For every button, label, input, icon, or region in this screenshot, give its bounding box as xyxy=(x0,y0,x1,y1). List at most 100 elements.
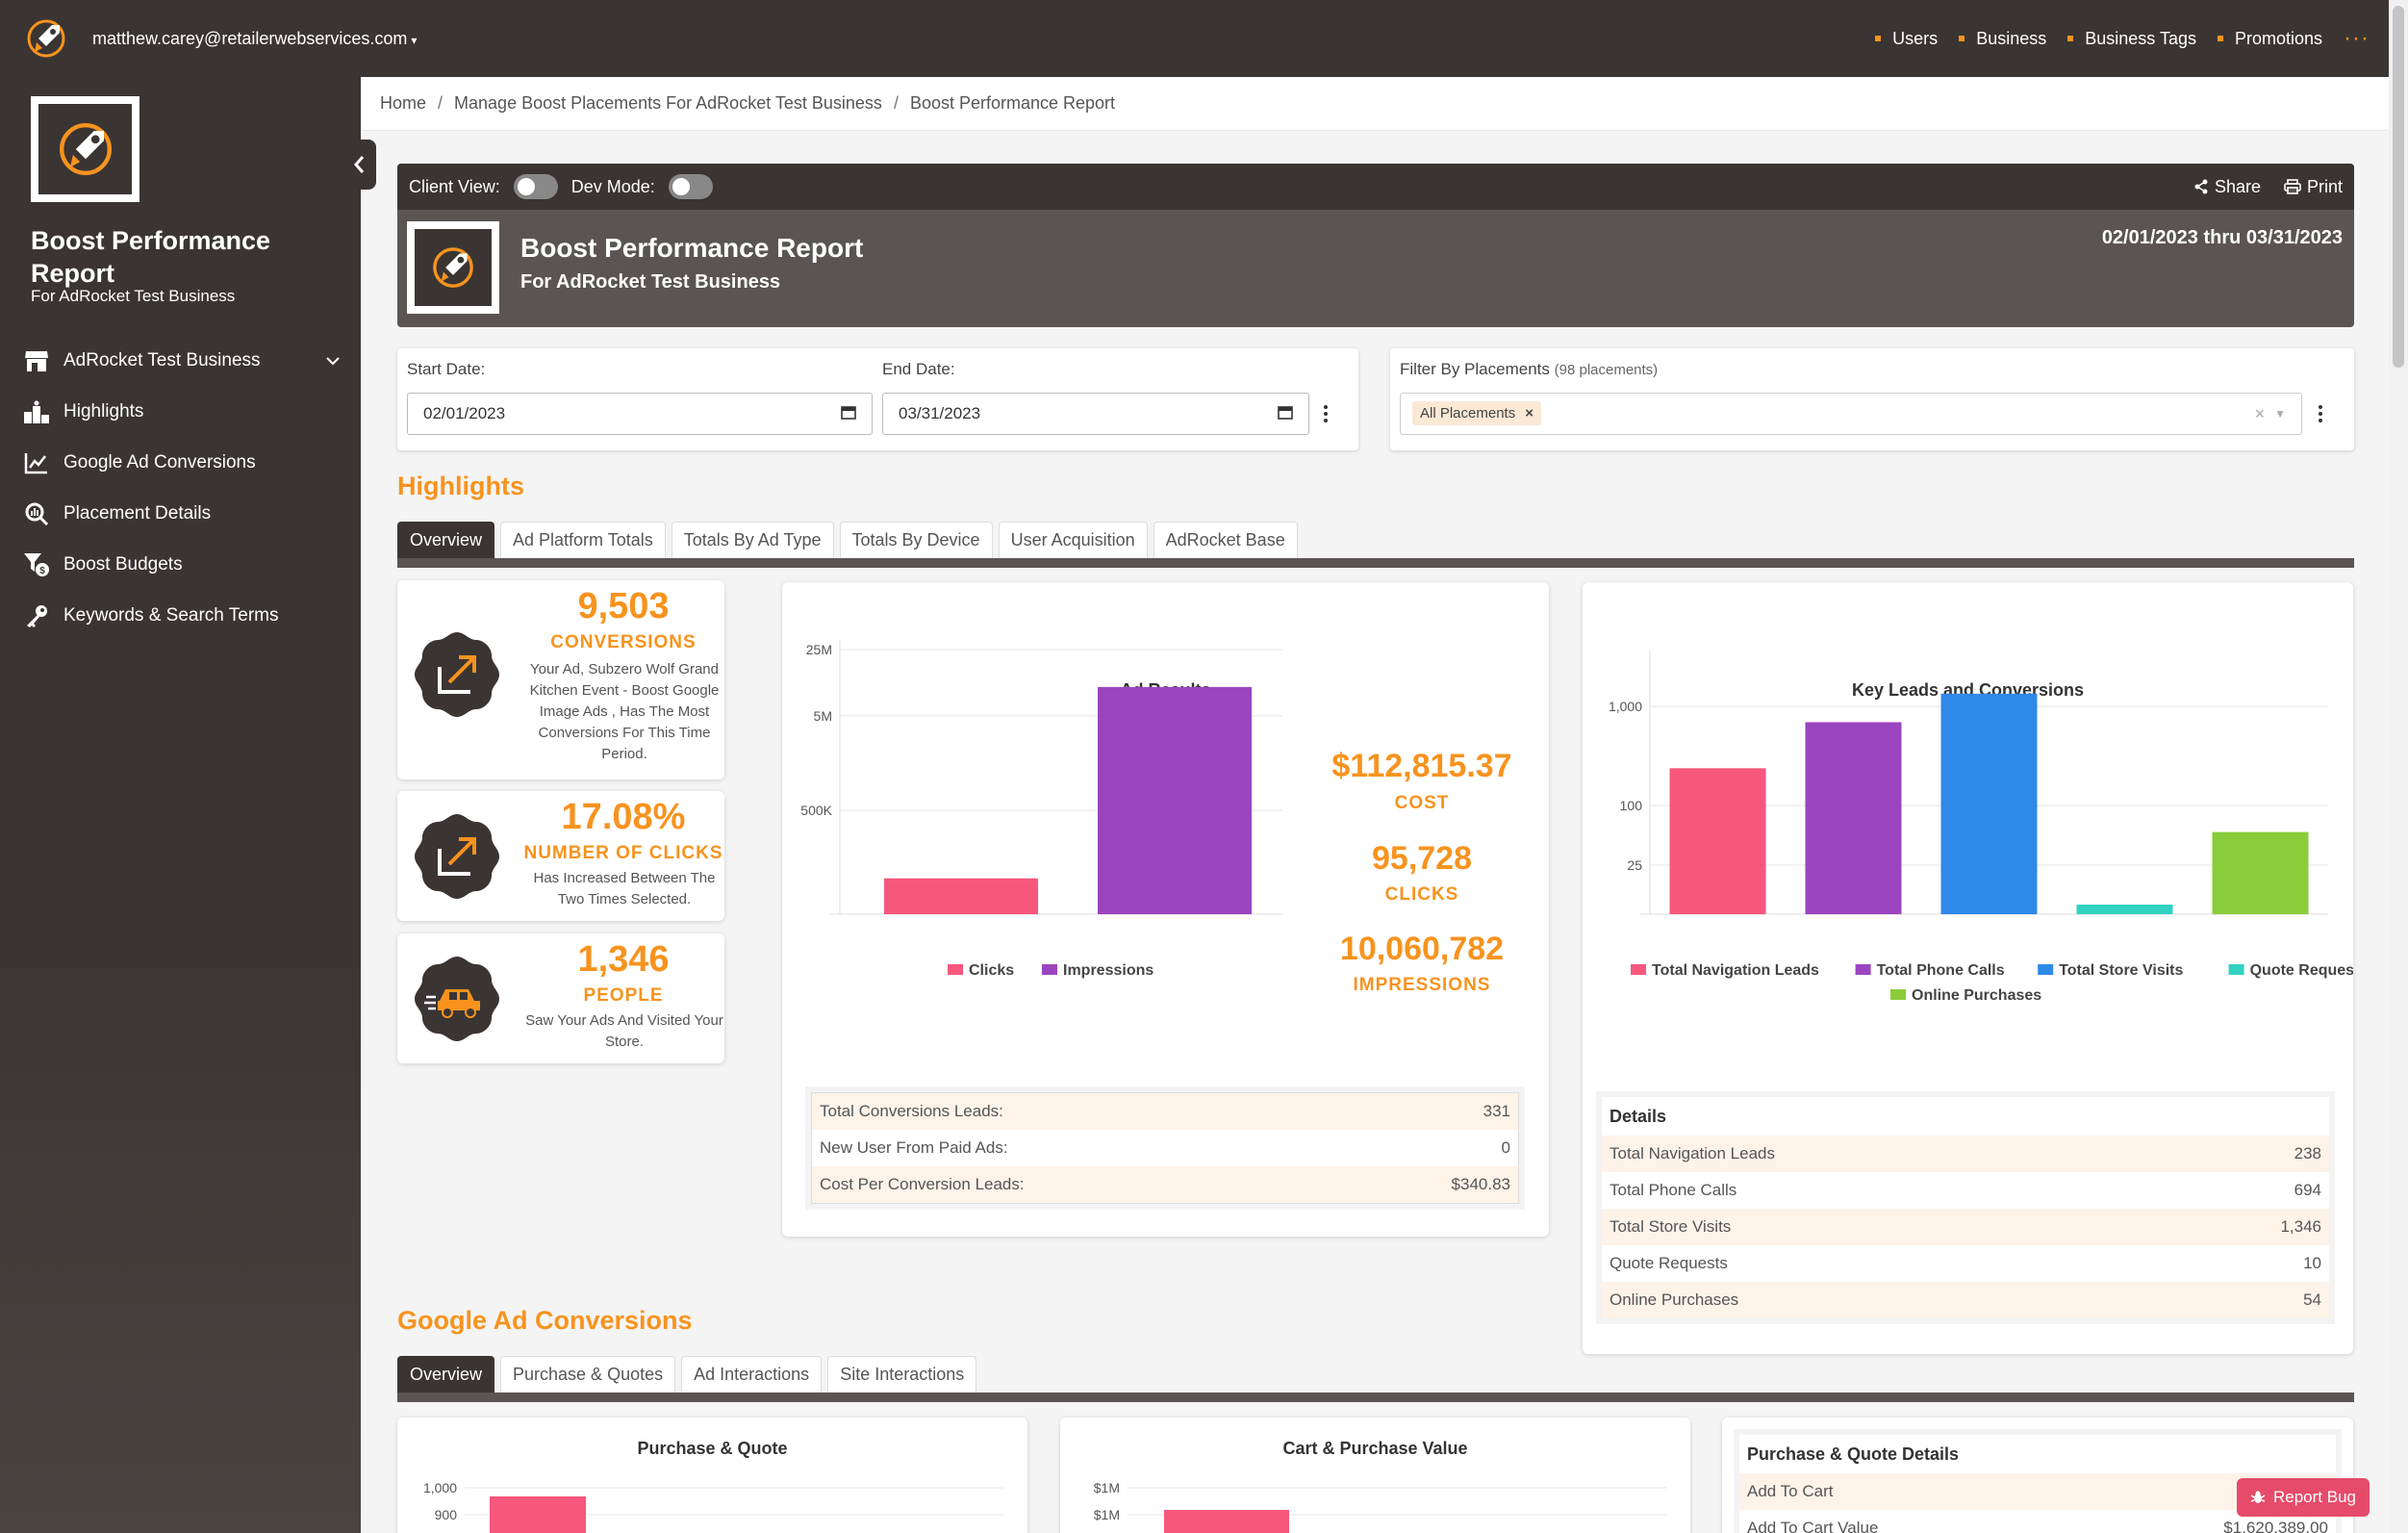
dev-mode-toggle[interactable] xyxy=(668,174,713,199)
nav-business-label: Business xyxy=(1976,28,2047,48)
row-label: Online Purchases xyxy=(1610,1290,1739,1309)
row-value: 238 xyxy=(2294,1144,2321,1163)
nav-business-tags-label: Business Tags xyxy=(2085,28,2196,48)
user-email: matthew.carey@retailerwebservices.com xyxy=(92,28,408,48)
tab-ad-platform-totals[interactable]: Ad Platform Totals xyxy=(500,522,666,558)
bug-icon xyxy=(2250,1491,2266,1503)
rocket-icon xyxy=(433,247,473,288)
tab-totals-by-ad-type[interactable]: Totals By Ad Type xyxy=(671,522,834,558)
row-label: Quote Requests xyxy=(1610,1254,1728,1272)
cart-value-chart: $1M $1M xyxy=(1094,1480,1666,1533)
sidebar-item-boost-budgets[interactable]: $ Boost Budgets xyxy=(23,539,341,590)
main-content: Home / Manage Boost Placements For AdRoc… xyxy=(361,77,2395,1533)
sidebar-item-keywords[interactable]: Keywords & Search Terms xyxy=(23,590,341,641)
rocket-logo-icon[interactable] xyxy=(23,15,69,62)
google-ad-tabs: Overview Purchase & Quotes Ad Interactio… xyxy=(397,1356,977,1392)
table-row: Total Navigation Leads 238 xyxy=(1602,1136,2329,1172)
tab-overview[interactable]: Overview xyxy=(397,1356,495,1392)
bar-total-store-visits xyxy=(1940,693,2038,914)
cart-value-card: Cart & Purchase Value $1M $1M xyxy=(1060,1418,1690,1533)
sidebar-item-business[interactable]: AdRocket Test Business xyxy=(23,335,341,386)
bar-online-purchases xyxy=(2212,831,2309,914)
tab-overview[interactable]: Overview xyxy=(397,522,495,558)
legend-swatch xyxy=(1890,989,1906,1000)
client-view-toggle[interactable] xyxy=(513,174,558,199)
row-value: 10 xyxy=(2303,1254,2321,1272)
tab-totals-by-device[interactable]: Totals By Device xyxy=(839,522,993,558)
date-options-kebab-icon[interactable] xyxy=(1321,405,1331,422)
ad-results-card: Ad Results 25M5M500KClicksImpressions $1… xyxy=(782,582,1549,1237)
bar-quote-requests xyxy=(2076,905,2173,914)
people-description: Saw Your Ads And Visited Your Store. xyxy=(525,1012,723,1050)
bar xyxy=(1164,1510,1289,1533)
sidebar-item-google-ad-conversions[interactable]: Google Ad Conversions xyxy=(23,437,341,488)
end-date-input[interactable]: 03/31/2023 xyxy=(882,393,1309,435)
table-row: Cost Per Conversion Leads: $340.83 xyxy=(812,1166,1518,1203)
table-row: Total Store Visits 1,346 xyxy=(1602,1209,2329,1245)
conversions-value: 9,503 xyxy=(577,586,670,626)
placements-select[interactable]: All Placements × × ▼ xyxy=(1400,393,2302,435)
page-scrollbar[interactable] xyxy=(2389,0,2408,1533)
share-icon xyxy=(2194,179,2208,194)
calendar-icon[interactable] xyxy=(841,404,856,424)
chevron-down-icon xyxy=(325,350,341,371)
details-heading: Details xyxy=(1610,1106,1667,1126)
y-tick-label: 100 xyxy=(1620,798,1643,813)
report-bug-button[interactable]: Report Bug xyxy=(2237,1478,2370,1517)
row-value: 331 xyxy=(1483,1102,1510,1120)
client-view-label: Client View: xyxy=(409,176,500,196)
google-ad-conversions-heading: Google Ad Conversions xyxy=(397,1306,693,1335)
print-button[interactable]: Print xyxy=(2284,177,2343,197)
y-tick-label: 500K xyxy=(800,803,832,818)
legend-swatch xyxy=(1631,964,1646,975)
scrollbar-thumb[interactable] xyxy=(2393,6,2404,368)
nav-business-tags[interactable]: Business Tags xyxy=(2067,29,2196,49)
placement-chip-label: All Placements xyxy=(1420,405,1516,422)
calendar-icon[interactable] xyxy=(1278,404,1293,424)
clear-icon[interactable]: × xyxy=(2255,404,2266,424)
legend-swatch xyxy=(2228,964,2244,975)
row-value: $340.83 xyxy=(1451,1175,1510,1193)
tab-user-acquisition[interactable]: User Acquisition xyxy=(998,522,1148,558)
square-bullet-icon xyxy=(1875,36,1882,41)
dropdown-caret-icon[interactable]: ▼ xyxy=(2274,407,2286,421)
breadcrumb-manage-placements[interactable]: Manage Boost Placements For AdRocket Tes… xyxy=(454,93,882,114)
car-icon xyxy=(415,957,499,1041)
impressions-caption: IMPRESSIONS xyxy=(1353,975,1491,995)
chevron-left-icon xyxy=(354,156,365,173)
placements-count: (98 placements) xyxy=(1554,362,1659,378)
trend-up-icon xyxy=(415,632,499,717)
table-row: Online Purchases 54 xyxy=(1602,1282,2329,1318)
chip-remove-icon[interactable]: × xyxy=(1525,405,1534,422)
sidebar-subtitle: For AdRocket Test Business xyxy=(31,287,236,305)
nav-business[interactable]: Business xyxy=(1959,29,2046,49)
nav-users[interactable]: Users xyxy=(1875,29,1938,49)
sidebar-item-placement-details[interactable]: Placement Details xyxy=(23,488,341,539)
placement-options-kebab-icon[interactable] xyxy=(2316,405,2325,422)
impressions-value: 10,060,782 xyxy=(1339,931,1505,967)
sidebar-item-label: Highlights xyxy=(63,400,144,422)
share-button[interactable]: Share xyxy=(2193,177,2261,197)
bar-clicks xyxy=(884,878,1038,914)
breadcrumb-home[interactable]: Home xyxy=(380,93,426,114)
sidebar: Boost Performance Report For AdRocket Te… xyxy=(0,77,361,1533)
clicks-caption: CLICKS xyxy=(1384,884,1459,905)
more-menu-icon[interactable]: ··· xyxy=(2344,25,2370,52)
user-menu[interactable]: matthew.carey@retailerwebservices.com ▾ xyxy=(92,29,417,49)
end-date-label: End Date: xyxy=(882,360,955,378)
tab-site-interactions[interactable]: Site Interactions xyxy=(827,1356,977,1392)
row-label: Total Conversions Leads: xyxy=(820,1102,1003,1120)
sidebar-title: Boost Performance Report xyxy=(31,226,271,288)
tab-adrocket-base[interactable]: AdRocket Base xyxy=(1153,522,1298,558)
sidebar-menu: AdRocket Test Business Highlights Google… xyxy=(23,335,341,641)
start-date-input[interactable]: 02/01/2023 xyxy=(407,393,873,435)
y-tick-label: 25M xyxy=(806,642,832,657)
tab-purchase-quotes[interactable]: Purchase & Quotes xyxy=(500,1356,676,1392)
tab-ad-interactions[interactable]: Ad Interactions xyxy=(681,1356,823,1392)
sidebar-item-highlights[interactable]: Highlights xyxy=(23,386,341,437)
y-tick-label: 1,000 xyxy=(423,1480,457,1495)
row-label: Add To Cart Value xyxy=(1747,1519,1879,1533)
highlights-tabs: Overview Ad Platform Totals Totals By Ad… xyxy=(397,522,1298,558)
sidebar-collapse-button[interactable] xyxy=(342,140,376,190)
nav-promotions[interactable]: Promotions xyxy=(2217,29,2322,49)
